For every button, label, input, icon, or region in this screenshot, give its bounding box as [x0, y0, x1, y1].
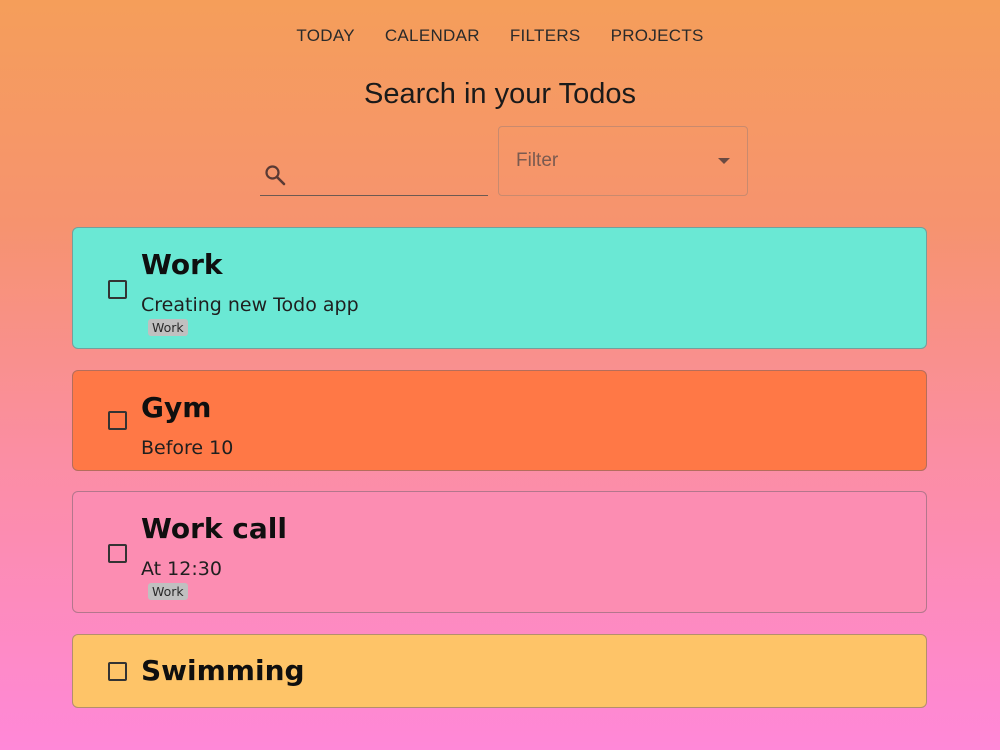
todo-tag: Work	[148, 319, 188, 336]
todo-title: Work call	[141, 512, 287, 545]
todo-card[interactable]: Work call At 12:30 Work	[72, 491, 927, 613]
todo-title: Gym	[141, 391, 212, 424]
todo-checkbox[interactable]	[108, 662, 127, 681]
nav-filters[interactable]: FILTERS	[495, 26, 596, 46]
filter-select[interactable]: Filter	[498, 126, 748, 196]
todo-tag: Work	[148, 583, 188, 600]
todo-card[interactable]: Swimming	[72, 634, 927, 708]
nav-projects[interactable]: PROJECTS	[596, 26, 719, 46]
top-nav: TODAY CALENDAR FILTERS PROJECTS	[0, 26, 1000, 46]
dropdown-arrow-icon	[718, 158, 730, 164]
todo-description: Creating new Todo app	[141, 294, 359, 316]
todo-card[interactable]: Gym Before 10	[72, 370, 927, 471]
search-icon	[263, 163, 287, 187]
todo-checkbox[interactable]	[108, 544, 127, 563]
todo-title: Swimming	[141, 654, 305, 687]
todo-description: At 12:30	[141, 558, 222, 580]
search-input[interactable]	[296, 158, 484, 188]
nav-calendar[interactable]: CALENDAR	[370, 26, 495, 46]
todo-title: Work	[141, 248, 223, 281]
todo-checkbox[interactable]	[108, 411, 127, 430]
search-field	[260, 150, 488, 196]
todo-description: Before 10	[141, 437, 234, 459]
page-title: Search in your Todos	[364, 78, 636, 110]
filter-label: Filter	[516, 150, 559, 171]
todo-checkbox[interactable]	[108, 280, 127, 299]
nav-today[interactable]: TODAY	[281, 26, 370, 46]
todo-card[interactable]: Work Creating new Todo app Work	[72, 227, 927, 349]
